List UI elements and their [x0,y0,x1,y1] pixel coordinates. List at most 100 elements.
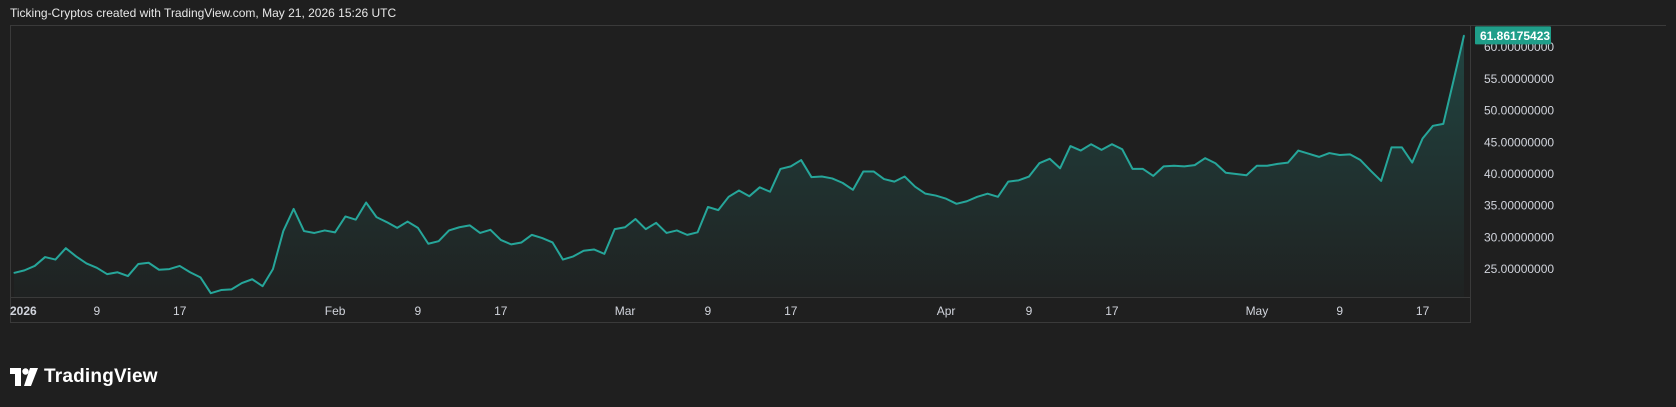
data-point [759,186,761,188]
data-point [1090,143,1092,145]
data-point [1225,172,1227,174]
data-point [469,224,471,226]
data-point [1339,154,1341,156]
data-point [44,256,46,258]
data-point [1245,174,1248,176]
x-tick-label: 17 [1105,304,1119,318]
data-point [189,271,191,273]
data-point [324,229,326,232]
data-point [779,168,782,170]
data-point [106,273,108,275]
data-point [1028,175,1030,178]
x-tick-label: 9 [1026,304,1033,318]
data-point [1401,146,1403,148]
data-point [1173,165,1175,167]
y-tick-label: 30.00000000 [1484,230,1554,244]
y-tick-label: 45.00000000 [1484,135,1554,149]
data-point [821,175,823,178]
data-point [520,241,523,244]
data-point [852,189,854,191]
data-point [417,227,419,229]
data-point [489,229,492,231]
data-point [34,265,36,267]
data-point [790,165,792,167]
data-point [334,231,336,233]
data-point [862,170,864,173]
data-point [748,195,750,197]
data-point [955,203,958,205]
data-point [1411,161,1413,164]
data-point [344,215,347,218]
data-point [645,228,647,230]
data-point [1018,179,1020,181]
x-tick-label: 9 [94,304,101,318]
data-point [841,182,844,184]
data-point [261,285,264,287]
data-point [966,200,968,202]
chart-frame[interactable]: 60.00000000 55.00000000 50.00000000 45.0000… [10,25,1666,347]
data-point [686,234,688,236]
data-point [65,247,67,249]
data-point [1297,149,1299,152]
data-point [1318,156,1320,158]
data-point [1370,170,1372,172]
data-point [386,221,388,223]
x-tick-label: Feb [325,304,346,318]
x-tick-label: 9 [415,304,422,318]
x-tick-label: Apr [937,304,956,318]
data-point [396,227,398,229]
data-point [282,230,284,232]
data-point [406,220,409,223]
data-point [1442,123,1444,125]
series-area [14,35,1464,298]
price-chart[interactable]: 60.0000000055.0000000050.0000000045.0000… [10,25,1666,347]
data-point [438,240,440,242]
data-point [375,216,378,218]
data-point [1359,159,1362,161]
data-point [717,209,719,211]
data-point [728,196,730,198]
data-point [1453,79,1455,81]
data-point [1049,158,1051,160]
data-point [873,170,875,173]
data-point [1142,168,1144,170]
data-point [1432,125,1434,127]
data-point [1059,167,1061,169]
data-point [96,267,98,269]
data-point [427,243,429,245]
y-tick-label: 50.00000000 [1484,104,1554,118]
data-point [251,278,253,280]
data-point [696,231,699,233]
data-point [634,218,637,220]
data-point [158,269,160,271]
data-point [1276,163,1279,165]
data-point [676,229,678,232]
data-point [665,232,668,234]
data-point [179,265,181,267]
data-point [1163,165,1165,167]
data-point [655,222,657,224]
data-point [1204,157,1206,159]
data-point [168,268,170,270]
chart-attribution: Ticking-Cryptos created with TradingView… [10,6,397,20]
data-point [1266,165,1268,167]
x-tick-label: 2026 [10,304,37,318]
data-point [458,226,460,228]
y-tick-label: 55.00000000 [1484,72,1554,86]
data-point [230,288,233,290]
data-point [572,255,574,258]
last-price-label: 61.86175423 [1480,29,1550,43]
data-point [1131,168,1134,170]
data-point [1152,175,1154,177]
data-point [1100,149,1103,151]
data-point [1007,181,1009,183]
data-point [541,237,543,239]
data-point [1308,153,1310,155]
x-tick-label: 9 [705,304,712,318]
data-point [914,186,916,188]
data-point [355,219,357,221]
data-point [614,228,616,230]
data-point [1038,162,1040,164]
data-point [1390,146,1393,148]
data-point [1111,143,1113,145]
